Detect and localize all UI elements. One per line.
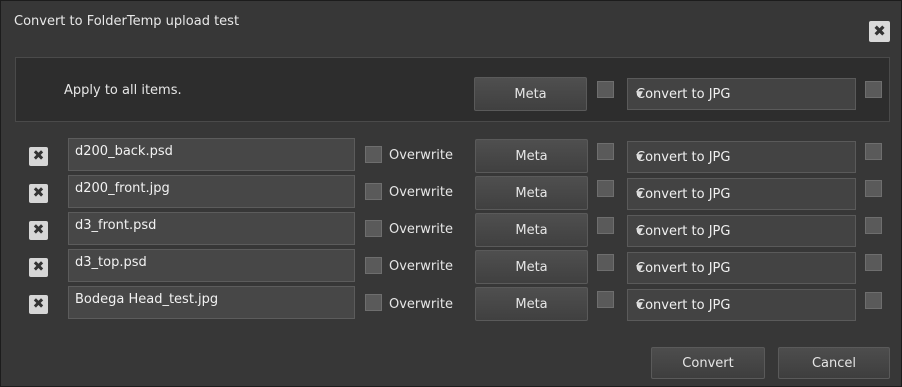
item-checkbox[interactable] (865, 143, 882, 160)
meta-checkbox[interactable] (597, 143, 614, 160)
close-icon: ✖ (32, 222, 45, 238)
apply-all-format-select[interactable]: Convert to JPG ▼ (627, 78, 856, 110)
chevron-down-icon: ▼ (636, 264, 643, 274)
overwrite-checkbox[interactable] (365, 294, 382, 311)
chevron-down-icon: ▼ (636, 190, 643, 200)
overwrite-label: Overwrite (389, 185, 453, 200)
apply-all-label: Apply to all items. (64, 83, 182, 98)
dialog-title: Convert to FolderTemp upload test (14, 14, 240, 29)
meta-button[interactable]: Meta (475, 250, 588, 284)
meta-button[interactable]: Meta (475, 139, 588, 173)
close-icon: ✖ (32, 148, 45, 164)
format-select[interactable]: Convert to JPG ▼ (627, 141, 856, 173)
meta-button[interactable]: Meta (475, 213, 588, 247)
item-name-field[interactable]: Bodega Head_test.jpg (68, 286, 355, 319)
cancel-button[interactable]: Cancel (778, 347, 890, 379)
item-checkbox[interactable] (865, 180, 882, 197)
remove-item-button[interactable]: ✖ (29, 221, 48, 240)
dialog-titlebar: Convert to FolderTemp upload test ✖ (1, 1, 901, 43)
format-select[interactable]: Convert to JPG ▼ (627, 289, 856, 321)
meta-checkbox[interactable] (597, 180, 614, 197)
close-icon: ✖ (32, 296, 45, 312)
close-icon: ✖ (873, 22, 886, 40)
item-name-field[interactable]: d3_top.psd (68, 249, 355, 282)
item-checkbox[interactable] (865, 217, 882, 234)
meta-checkbox[interactable] (597, 254, 614, 271)
item-name-field[interactable]: d3_front.psd (68, 212, 355, 245)
close-icon: ✖ (32, 259, 45, 275)
convert-dialog: Convert to FolderTemp upload test ✖ Appl… (0, 0, 902, 387)
meta-button[interactable]: Meta (475, 287, 588, 321)
item-checkbox[interactable] (865, 254, 882, 271)
apply-all-meta-checkbox[interactable] (597, 81, 614, 98)
overwrite-checkbox[interactable] (365, 146, 382, 163)
remove-item-button[interactable]: ✖ (29, 295, 48, 314)
apply-all-meta-button[interactable]: Meta (474, 77, 587, 111)
chevron-down-icon: ▼ (636, 90, 643, 100)
format-select[interactable]: Convert to JPG ▼ (627, 215, 856, 247)
remove-item-button[interactable]: ✖ (29, 147, 48, 166)
format-select[interactable]: Convert to JPG ▼ (627, 252, 856, 284)
meta-checkbox[interactable] (597, 217, 614, 234)
close-icon: ✖ (32, 185, 45, 201)
meta-checkbox[interactable] (597, 291, 614, 308)
format-select[interactable]: Convert to JPG ▼ (627, 178, 856, 210)
chevron-down-icon: ▼ (636, 227, 643, 237)
overwrite-checkbox[interactable] (365, 257, 382, 274)
remove-item-button[interactable]: ✖ (29, 258, 48, 277)
apply-all-checkbox[interactable] (865, 81, 882, 98)
chevron-down-icon: ▼ (636, 153, 643, 163)
item-name-field[interactable]: d200_back.psd (68, 138, 355, 171)
convert-button[interactable]: Convert (651, 347, 765, 379)
apply-all-bar: Apply to all items. Meta Convert to JPG … (15, 57, 890, 122)
item-name-field[interactable]: d200_front.jpg (68, 175, 355, 208)
overwrite-label: Overwrite (389, 148, 453, 163)
close-button[interactable]: ✖ (869, 21, 890, 42)
overwrite-label: Overwrite (389, 297, 453, 312)
overwrite-checkbox[interactable] (365, 183, 382, 200)
meta-button[interactable]: Meta (475, 176, 588, 210)
chevron-down-icon: ▼ (636, 301, 643, 311)
overwrite-label: Overwrite (389, 259, 453, 274)
remove-item-button[interactable]: ✖ (29, 184, 48, 203)
overwrite-label: Overwrite (389, 222, 453, 237)
item-checkbox[interactable] (865, 292, 882, 309)
overwrite-checkbox[interactable] (365, 220, 382, 237)
